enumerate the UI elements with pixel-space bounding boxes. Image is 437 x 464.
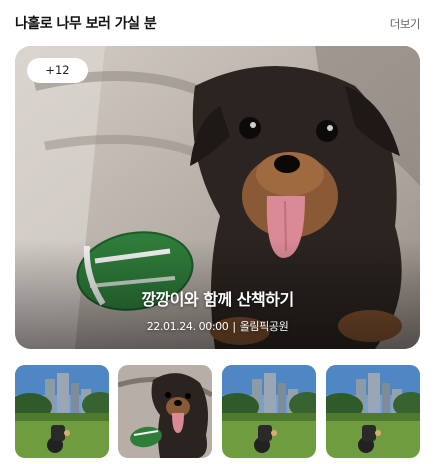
photo-count-badge: +12 — [27, 58, 88, 83]
thumbnail-strip — [15, 365, 420, 458]
meta-separator: | — [232, 320, 236, 333]
section-title: 나홀로 나무 보러 가실 분 — [15, 16, 157, 32]
thumbnail-3[interactable] — [222, 365, 316, 458]
park-photo — [326, 365, 420, 458]
thumbnail-2[interactable] — [118, 365, 212, 458]
thumbnail-4[interactable] — [326, 365, 420, 458]
thumbnail-1[interactable] — [15, 365, 109, 458]
walk-title: 깡깡이와 함께 산책하기 — [141, 290, 294, 309]
park-photo — [15, 365, 109, 458]
walk-place: 올림픽공원 — [239, 320, 289, 333]
more-link[interactable]: 더보기 — [390, 16, 421, 32]
featured-walk-card[interactable]: +12 깡깡이와 함께 산책하기 22.01.24. 00:00 | 올림픽공원 — [15, 46, 420, 349]
park-photo — [222, 365, 316, 458]
section-header: 나홀로 나무 보러 가실 분 더보기 — [15, 14, 421, 36]
walk-date: 22.01.24. 00:00 — [146, 320, 229, 333]
dog-thumbnail-photo — [118, 365, 212, 458]
walk-meta: 22.01.24. 00:00 | 올림픽공원 — [15, 318, 420, 334]
